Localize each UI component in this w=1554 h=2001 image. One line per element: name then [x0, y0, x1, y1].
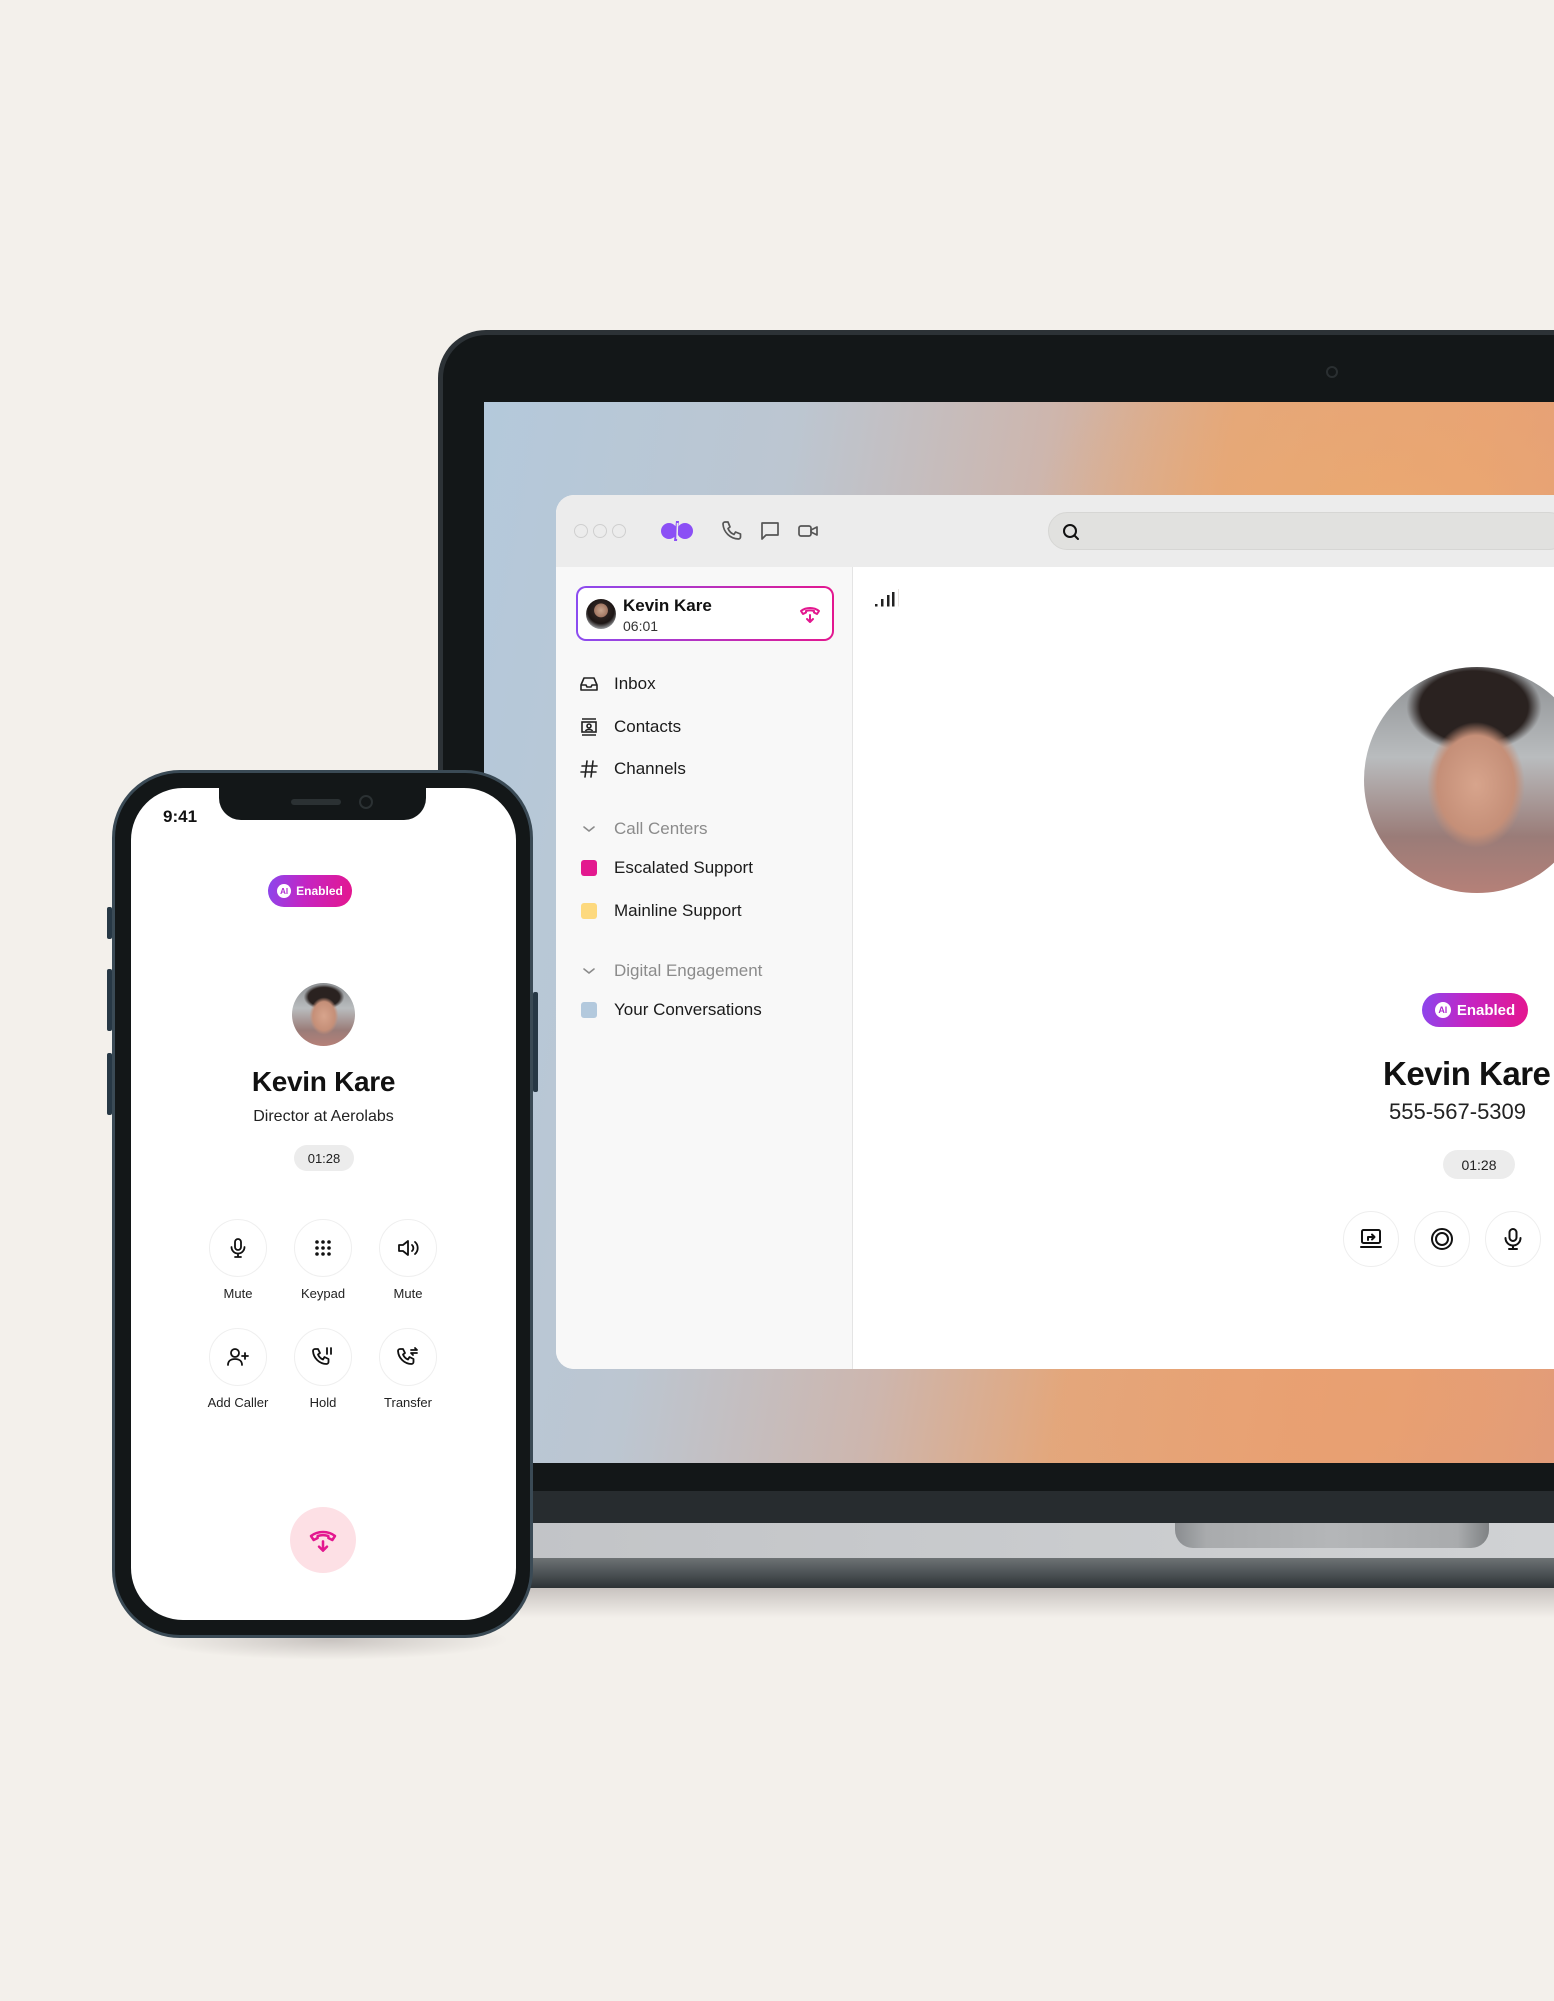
- chat-icon[interactable]: [758, 519, 782, 543]
- mute-button[interactable]: [1485, 1211, 1541, 1267]
- sidebar-item-label: Escalated Support: [614, 858, 753, 877]
- window-maximize-button[interactable]: [612, 524, 626, 538]
- section-call-centers[interactable]: Call Centers: [578, 816, 708, 842]
- contacts-icon: [578, 716, 600, 738]
- phone-speaker: [291, 799, 341, 805]
- sidebar-item-contacts[interactable]: Contacts: [578, 712, 838, 742]
- status-time: 9:41: [163, 807, 198, 826]
- hang-up-icon: [309, 1530, 337, 1552]
- color-swatch: [578, 999, 600, 1021]
- dialpad-logo-icon: [661, 521, 693, 541]
- call-timer: 01:28: [294, 1145, 354, 1171]
- sidebar-item-label: Mainline Support: [614, 901, 742, 920]
- contact-name: Kevin Kare: [251, 1066, 396, 1097]
- record-icon: [1431, 1228, 1453, 1250]
- window-minimize-button[interactable]: [593, 524, 607, 538]
- speaker-button[interactable]: [379, 1219, 437, 1277]
- phone-icon[interactable]: [720, 519, 744, 543]
- call-panel: AI Enabled Kevin Kare 555-567-5309 01:28: [853, 567, 1554, 1369]
- hold-icon: [312, 1347, 332, 1365]
- mute-button[interactable]: [209, 1219, 267, 1277]
- laptop-camera: [1326, 366, 1338, 378]
- sidebar-item-label: Channels: [614, 759, 686, 778]
- sidebar-item-label: Your Conversations: [614, 1000, 762, 1019]
- ai-icon: AI: [277, 884, 292, 898]
- share-screen-icon: [1360, 1229, 1382, 1248]
- contact-avatar: [1364, 667, 1554, 893]
- sidebar-item-your-conversations[interactable]: Your Conversations: [578, 995, 838, 1025]
- speaker-label: Mute: [393, 1286, 423, 1301]
- inbox-icon: [578, 673, 600, 695]
- record-button[interactable]: [1414, 1211, 1470, 1267]
- chevron-down-icon: [578, 824, 600, 834]
- transfer-icon: [397, 1347, 418, 1365]
- sidebar-item-mainline-support[interactable]: Mainline Support: [578, 896, 838, 926]
- ai-icon: AI: [1434, 1002, 1451, 1018]
- badge-label: Enabled: [296, 884, 343, 898]
- laptop-base-edge: [520, 1558, 1554, 1588]
- app-window: Kevin Kare 06:01 Inbox Contacts Channels…: [556, 495, 1554, 1369]
- window-close-button[interactable]: [574, 524, 588, 538]
- contact-title: Director at Aerolabs: [253, 1108, 394, 1125]
- hash-icon: [578, 758, 600, 780]
- sidebar-item-label: Inbox: [614, 674, 656, 693]
- keypad-button[interactable]: [294, 1219, 352, 1277]
- search-input[interactable]: [1048, 512, 1554, 550]
- hang-up-icon[interactable]: [798, 602, 822, 626]
- color-swatch: [578, 857, 600, 879]
- active-call-name: Kevin Kare: [623, 596, 712, 615]
- caller-avatar: [586, 599, 616, 629]
- contact-phone: 555-567-5309: [1389, 1099, 1527, 1124]
- active-call-duration: 06:01: [623, 618, 659, 634]
- contact-name: Kevin Kare: [1383, 1055, 1551, 1092]
- sidebar-item-label: Contacts: [614, 717, 682, 736]
- badge-label: Enabled: [1456, 1001, 1516, 1019]
- phone-screen: 9:41 AI Enabled Kevin Kare Director at A…: [131, 788, 516, 1620]
- color-swatch: [578, 900, 600, 922]
- keypad-icon: [315, 1240, 331, 1256]
- contact-avatar: [292, 983, 355, 1046]
- title-bar: [556, 495, 1554, 568]
- sidebar-item-escalated-support[interactable]: Escalated Support: [578, 853, 838, 883]
- sidebar-item-inbox[interactable]: Inbox: [578, 669, 838, 699]
- call-timer: 01:28: [1443, 1150, 1515, 1179]
- ai-enabled-badge: AI Enabled: [268, 875, 352, 907]
- phone-camera: [359, 795, 373, 809]
- chevron-down-icon: [578, 966, 600, 976]
- sidebar-item-channels[interactable]: Channels: [578, 754, 838, 784]
- phone-notch: [219, 788, 426, 820]
- microphone-icon: [1504, 1228, 1522, 1250]
- transfer-label: Transfer: [384, 1395, 432, 1410]
- microphone-icon: [230, 1238, 246, 1258]
- laptop-bezel-bottom: [520, 1463, 1554, 1491]
- share-screen-button[interactable]: [1343, 1211, 1399, 1267]
- video-icon[interactable]: [796, 519, 820, 543]
- active-call-card[interactable]: Kevin Kare 06:01: [576, 586, 834, 641]
- hold-button[interactable]: [294, 1328, 352, 1386]
- add-caller-button[interactable]: [209, 1328, 267, 1386]
- laptop-shadow: [520, 1588, 1554, 1618]
- section-title: Digital Engagement: [614, 961, 763, 980]
- phone-power-button: [533, 992, 538, 1092]
- section-title: Call Centers: [614, 819, 708, 838]
- transfer-button[interactable]: [379, 1328, 437, 1386]
- hang-up-button[interactable]: [290, 1507, 356, 1573]
- add-user-icon: [227, 1348, 249, 1366]
- laptop-notch: [1175, 1523, 1489, 1548]
- sidebar: Kevin Kare 06:01 Inbox Contacts Channels…: [556, 567, 853, 1369]
- section-digital-engagement[interactable]: Digital Engagement: [578, 958, 762, 984]
- ai-enabled-badge: AI Enabled: [1422, 993, 1528, 1027]
- speaker-icon: [398, 1240, 419, 1256]
- signal-strength-icon: [875, 589, 899, 607]
- search-icon: [1063, 524, 1079, 540]
- laptop-hinge: [520, 1491, 1554, 1523]
